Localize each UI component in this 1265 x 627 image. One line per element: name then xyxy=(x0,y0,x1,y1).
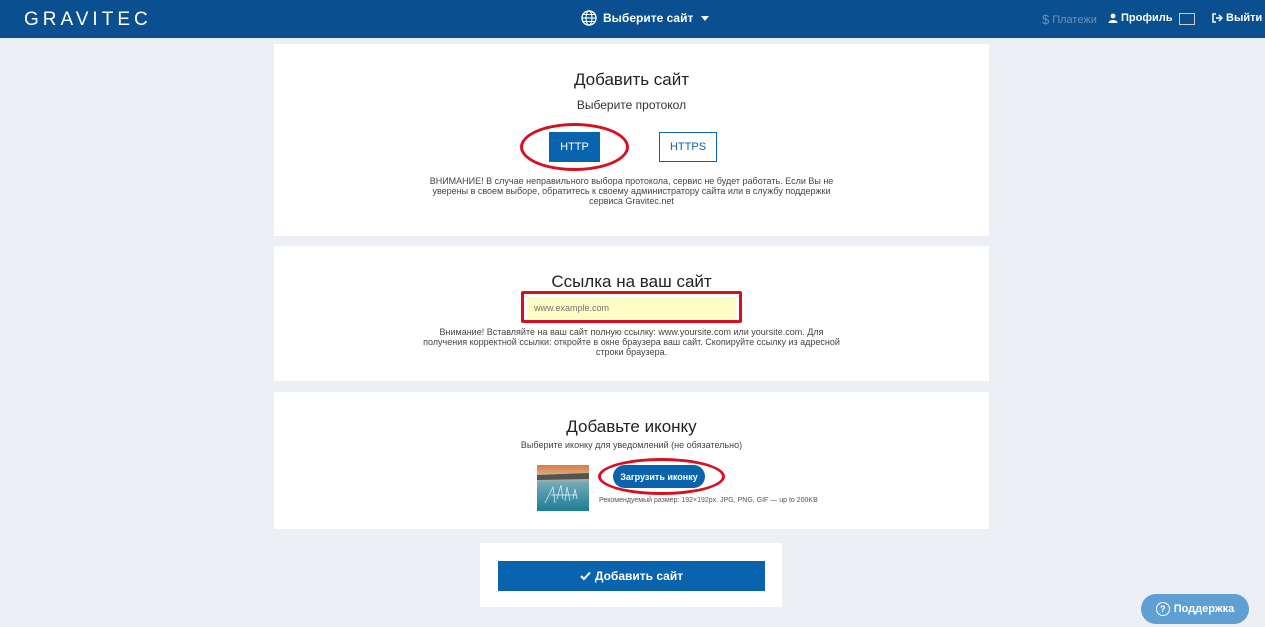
icon-section-subtitle: Выберите иконку для уведомлений (не обяз… xyxy=(520,440,743,450)
top-navbar: GRAVITEC Выберите сайт $ Платежи Профиль… xyxy=(0,0,1265,38)
upload-hint: Рекомендуемый размер: 192×192px. JPG, PN… xyxy=(599,497,818,504)
highlight-ring-upload xyxy=(598,458,725,495)
caret-down-icon xyxy=(701,15,710,21)
payments-link[interactable]: $ Платежи xyxy=(1042,12,1097,27)
logo[interactable]: GRAVITEC xyxy=(24,9,152,31)
globe-icon xyxy=(581,10,597,26)
icon-preview-image xyxy=(537,465,589,511)
user-icon xyxy=(1108,13,1118,23)
logout-link[interactable]: Выйти xyxy=(1212,12,1262,24)
payments-label: Платежи xyxy=(1052,13,1097,26)
icon-section-title: Добавьте иконку xyxy=(566,417,697,436)
url-note: Внимание! Вставляйте на ваш сайт полную … xyxy=(394,327,869,357)
highlight-ring-http xyxy=(520,123,629,171)
url-section-title: Ссылка на ваш сайт xyxy=(551,272,712,291)
protocol-warning-line3: сервиса Gravitec.net xyxy=(589,196,674,206)
highlight-ring-url xyxy=(521,291,742,323)
protocol-warning: ВНИМАНИЕ! В случае неправильного выбора … xyxy=(374,176,889,206)
dollar-icon: $ xyxy=(1042,12,1050,27)
exit-icon xyxy=(1212,13,1223,23)
support-button[interactable]: ? Поддержка xyxy=(1141,594,1249,624)
logout-label: Выйти xyxy=(1226,12,1263,24)
add-site-label: Добавить сайт xyxy=(594,569,684,583)
add-site-button[interactable]: Добавить сайт xyxy=(498,561,765,591)
https-button[interactable]: HTTPS xyxy=(659,132,717,162)
profile-link[interactable]: Профиль xyxy=(1108,12,1172,24)
check-icon xyxy=(580,571,591,581)
page-title: Добавить сайт xyxy=(573,70,690,89)
site-select-label: Выберите сайт xyxy=(603,11,694,25)
site-select-dropdown[interactable]: Выберите сайт xyxy=(581,10,710,26)
profile-label: Профиль xyxy=(1121,12,1173,24)
protocol-warning-line1: ВНИМАНИЕ! В случае неправильного выбора … xyxy=(429,176,834,186)
protocol-warning-line2: уверены в своем выборе, обратитесь к сво… xyxy=(432,186,831,196)
protocol-subtitle: Выберите протокол xyxy=(576,98,687,112)
url-note-line1: Внимание! Вставляйте на ваш сайт полную … xyxy=(439,327,824,337)
url-note-line3: строки браузера. xyxy=(595,347,668,357)
url-note-line2: получения корректной ссылки: откройте в … xyxy=(423,337,840,347)
question-icon: ? xyxy=(1155,602,1170,616)
flag-icon[interactable] xyxy=(1179,13,1195,25)
support-label: Поддержка xyxy=(1173,603,1235,615)
